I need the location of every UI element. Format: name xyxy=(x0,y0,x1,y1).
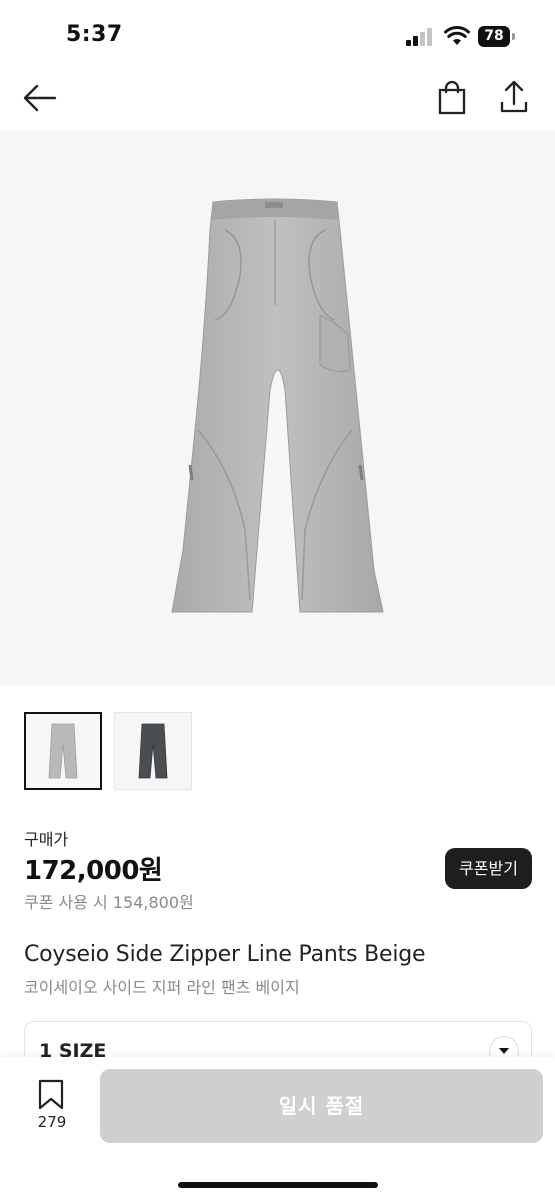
price: 172,000원 xyxy=(24,856,163,886)
pants-image xyxy=(171,198,384,613)
bookmark-button[interactable]: 279 xyxy=(30,1079,74,1139)
home-indicator xyxy=(178,1182,378,1188)
coupon-price: 쿠폰 사용 시 154,800원 xyxy=(24,893,194,912)
shopping-bag-icon[interactable] xyxy=(436,80,468,116)
status-time: 5:37 xyxy=(66,22,123,47)
product-name-en: Coyseio Side Zipper Line Pants Beige xyxy=(24,942,426,967)
bookmark-icon xyxy=(38,1079,64,1110)
nav-bar xyxy=(0,70,555,130)
thumbnail-charcoal[interactable] xyxy=(114,712,192,790)
bookmark-count: 279 xyxy=(37,1113,67,1131)
thumbnail-beige[interactable] xyxy=(24,712,102,790)
battery-level: 78 xyxy=(478,26,510,47)
soldout-button[interactable]: 일시 품절 xyxy=(100,1069,543,1143)
battery-icon: 78 xyxy=(478,26,516,47)
status-bar: 5:37 78 xyxy=(0,0,555,70)
buy-price-label: 구매가 xyxy=(24,830,69,849)
coupon-button[interactable]: 쿠폰받기 xyxy=(445,848,532,889)
wifi-icon xyxy=(444,26,470,45)
thumbnail-pants-beige xyxy=(48,723,78,779)
product-image[interactable] xyxy=(0,130,555,685)
share-icon[interactable] xyxy=(498,78,530,116)
thumbnail-pants-charcoal xyxy=(138,723,168,779)
signal-icon xyxy=(406,28,434,46)
product-name-ko: 코이세이오 사이드 지퍼 라인 팬츠 베이지 xyxy=(24,978,300,997)
bottom-action-bar: 279 일시 품절 xyxy=(0,1057,555,1200)
arrow-left-icon[interactable] xyxy=(22,82,58,114)
